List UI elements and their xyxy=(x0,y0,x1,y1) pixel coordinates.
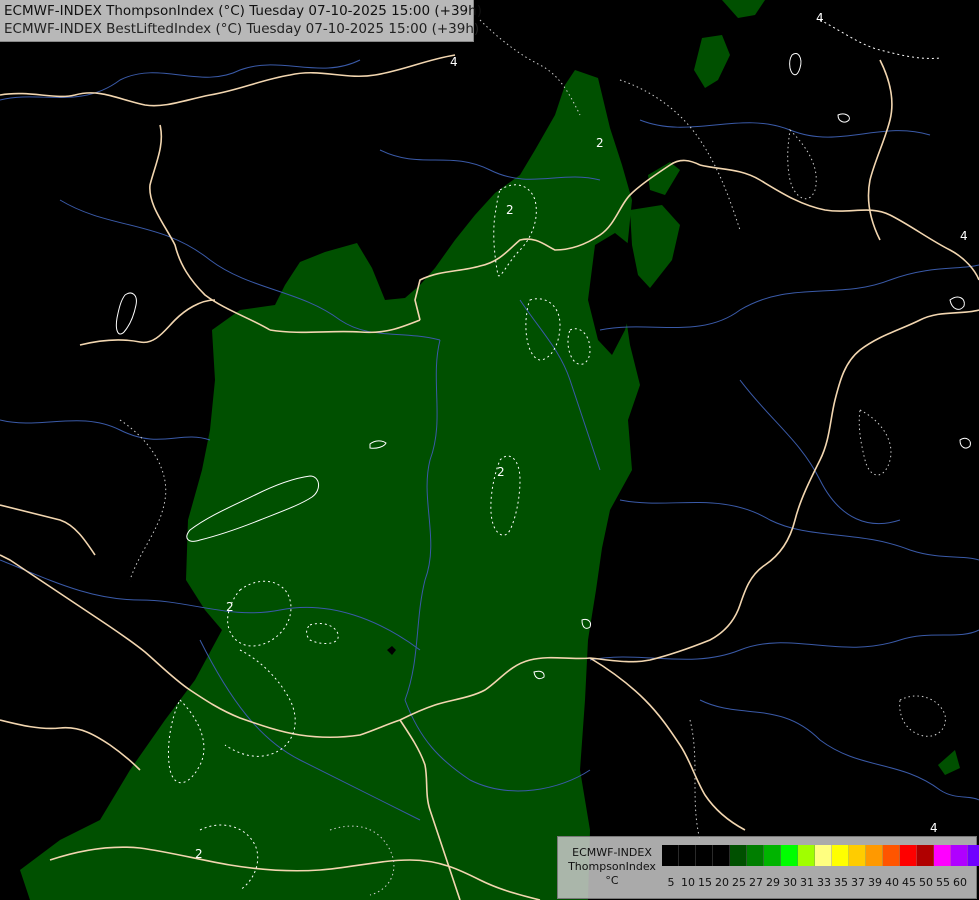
legend-swatch xyxy=(662,845,679,866)
legend-source: ECMWF-INDEX xyxy=(572,846,652,859)
color-legend: ECMWF-INDEX ThompsonIndex °C 5 10 15 20 25 27… xyxy=(557,836,979,899)
weather-map: 2 2 2 2 2 4 4 4 4 xyxy=(0,0,979,900)
legend-swatch xyxy=(764,845,781,866)
legend-swatch xyxy=(900,845,917,866)
contour-label: 2 xyxy=(226,600,234,614)
legend-swatch xyxy=(696,845,713,866)
contour-label: 2 xyxy=(596,136,604,150)
contour-label: 4 xyxy=(816,11,824,25)
legend-swatch xyxy=(832,845,849,866)
contour-label: 2 xyxy=(497,465,505,479)
legend-swatch xyxy=(849,845,866,866)
map-title-box: ECMWF-INDEX ThompsonIndex (°C) Tuesday 0… xyxy=(0,0,482,42)
legend-swatch xyxy=(713,845,730,866)
legend-swatch xyxy=(883,845,900,866)
legend-swatch xyxy=(679,845,696,866)
legend-swatch xyxy=(934,845,951,866)
legend-swatch xyxy=(781,845,798,866)
legend-variable: ThompsonIndex xyxy=(568,860,656,873)
contour-label: 4 xyxy=(450,55,458,69)
legend-title: ECMWF-INDEX ThompsonIndex °C xyxy=(564,846,660,888)
contour-label: 4 xyxy=(960,229,968,243)
legend-colorbar xyxy=(662,845,979,866)
thompson-index-title: ECMWF-INDEX ThompsonIndex (°C) Tuesday 0… xyxy=(4,3,482,19)
legend-swatch xyxy=(917,845,934,866)
legend-swatch xyxy=(866,845,883,866)
contour-label: 2 xyxy=(195,847,203,861)
legend-swatch xyxy=(747,845,764,866)
contour-label: 4 xyxy=(930,821,938,835)
legend-swatch xyxy=(815,845,832,866)
legend-swatch xyxy=(798,845,815,866)
legend-tick-label: 60 xyxy=(953,876,967,889)
legend-swatch xyxy=(968,845,979,866)
legend-swatch xyxy=(730,845,747,866)
legend-swatch xyxy=(951,845,968,866)
legend-unit: °C xyxy=(605,874,619,887)
lifted-index-title: ECMWF-INDEX BestLiftedIndex (°C) Tuesday… xyxy=(4,21,480,37)
contour-label: 2 xyxy=(506,203,514,217)
